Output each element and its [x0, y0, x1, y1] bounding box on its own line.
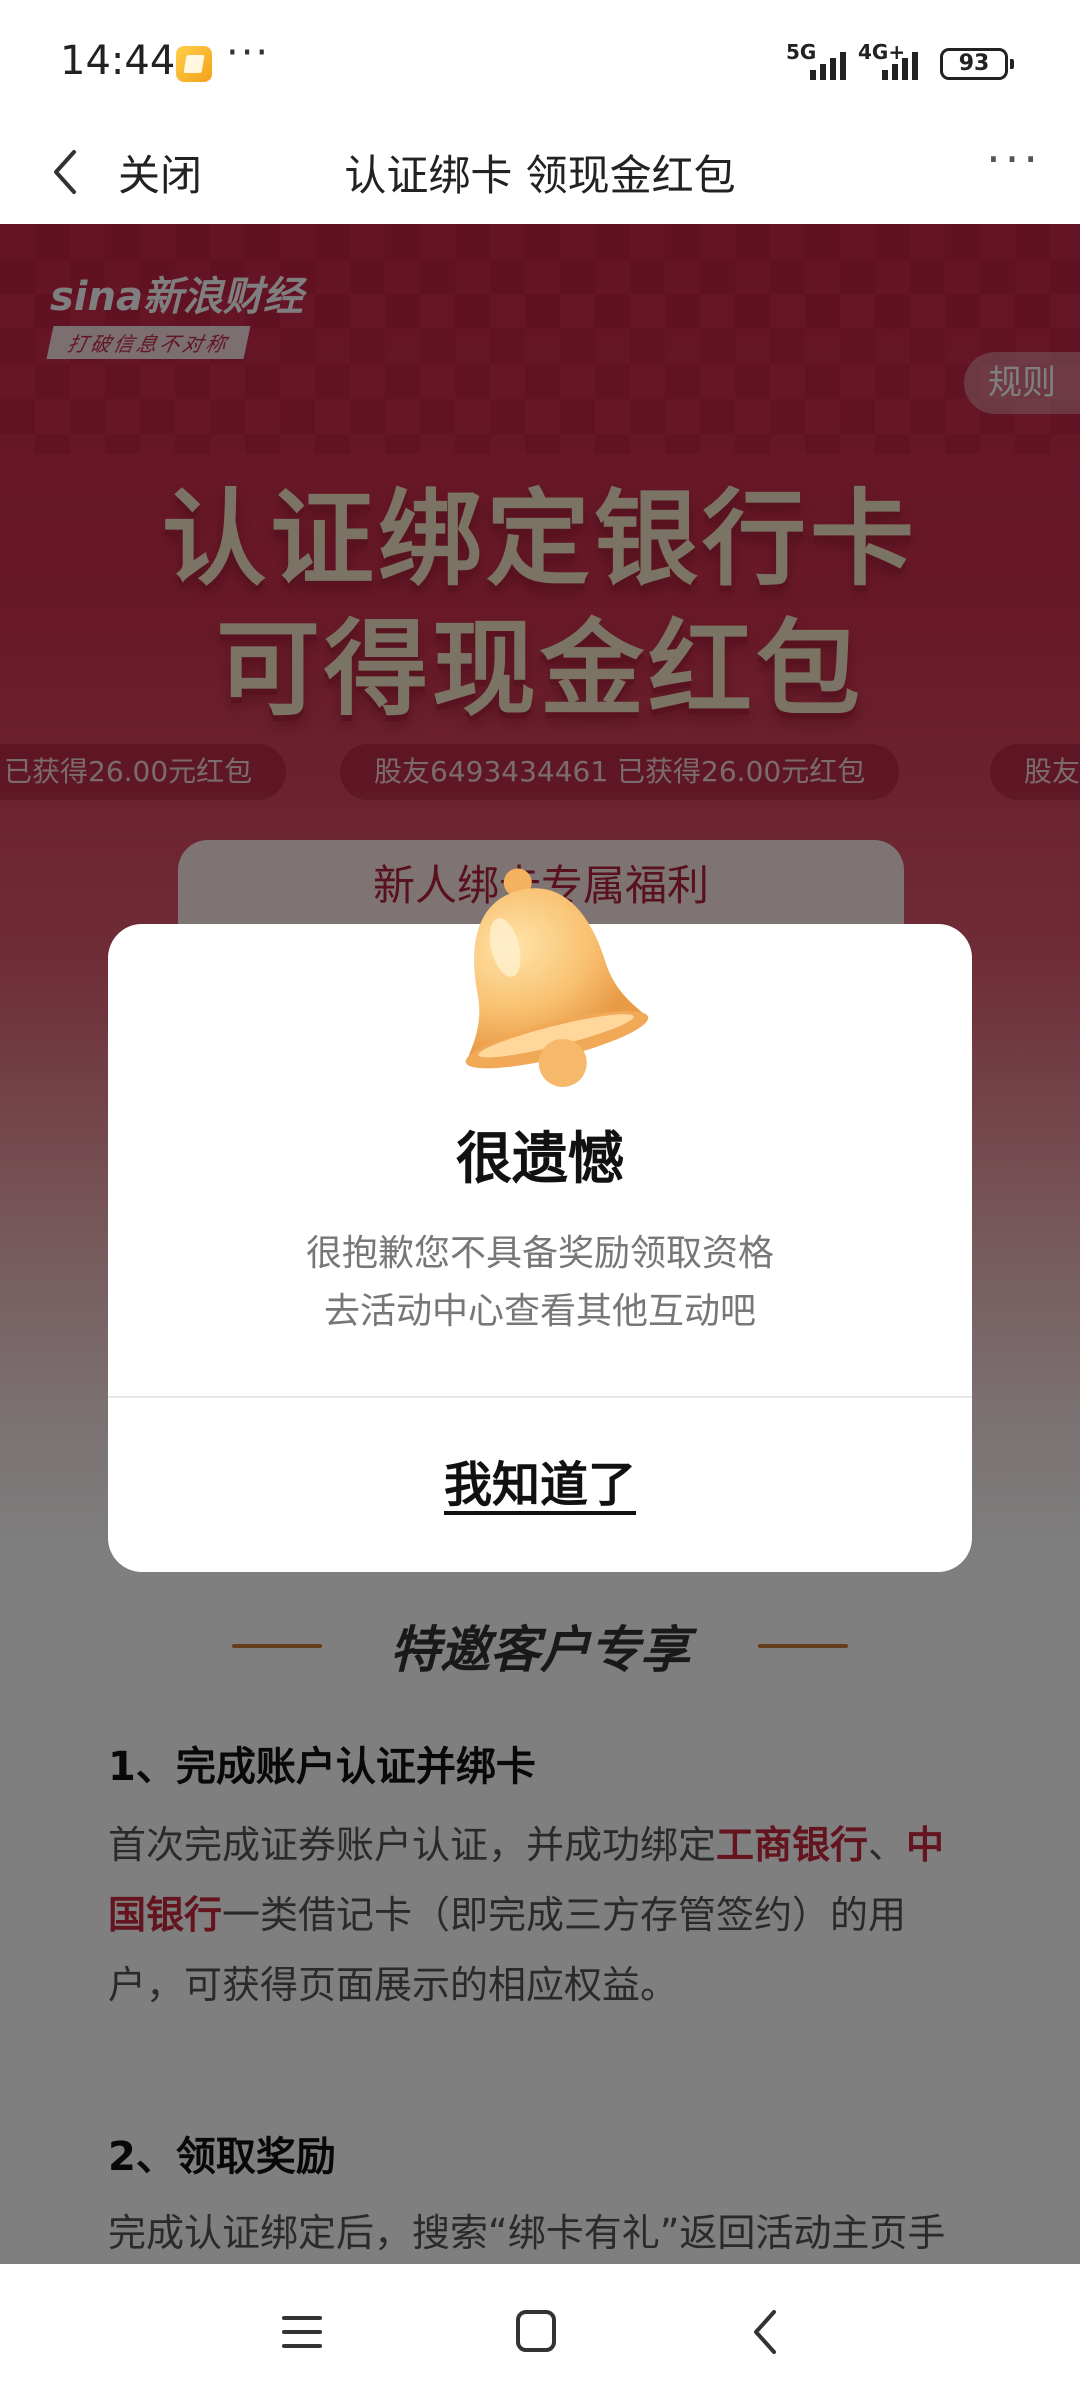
- system-back-icon[interactable]: [736, 2304, 796, 2360]
- signal-4g-icon: 4G+: [858, 40, 928, 80]
- menu-icon[interactable]: [272, 2304, 332, 2360]
- bell-icon: [465, 868, 649, 1087]
- dialog-message-line-2: 去活动中心查看其他互动吧: [323, 1291, 756, 1332]
- status-time: 14:44: [60, 38, 176, 84]
- battery-icon: 93: [940, 48, 1014, 80]
- status-bar: 14:44 ··· 5G 4G+ 93: [0, 0, 1080, 120]
- notes-app-icon: [176, 46, 212, 82]
- status-more-icon: ···: [226, 30, 271, 76]
- got-it-button[interactable]: 我知道了: [108, 1398, 972, 1572]
- page-title: 认证绑卡 领现金红包: [344, 151, 736, 200]
- home-icon[interactable]: [506, 2304, 566, 2360]
- system-navigation-bar: [0, 2264, 1080, 2400]
- top-nav-bar: 关闭 认证绑卡 领现金红包 ···: [0, 120, 1080, 224]
- more-options-icon[interactable]: ···: [986, 132, 1042, 186]
- signal-5g-icon: 5G: [786, 40, 850, 80]
- dialog-message-line-1: 很抱歉您不具备奖励领取资格: [305, 1233, 774, 1274]
- dialog-title: 很遗憾: [456, 1127, 624, 1192]
